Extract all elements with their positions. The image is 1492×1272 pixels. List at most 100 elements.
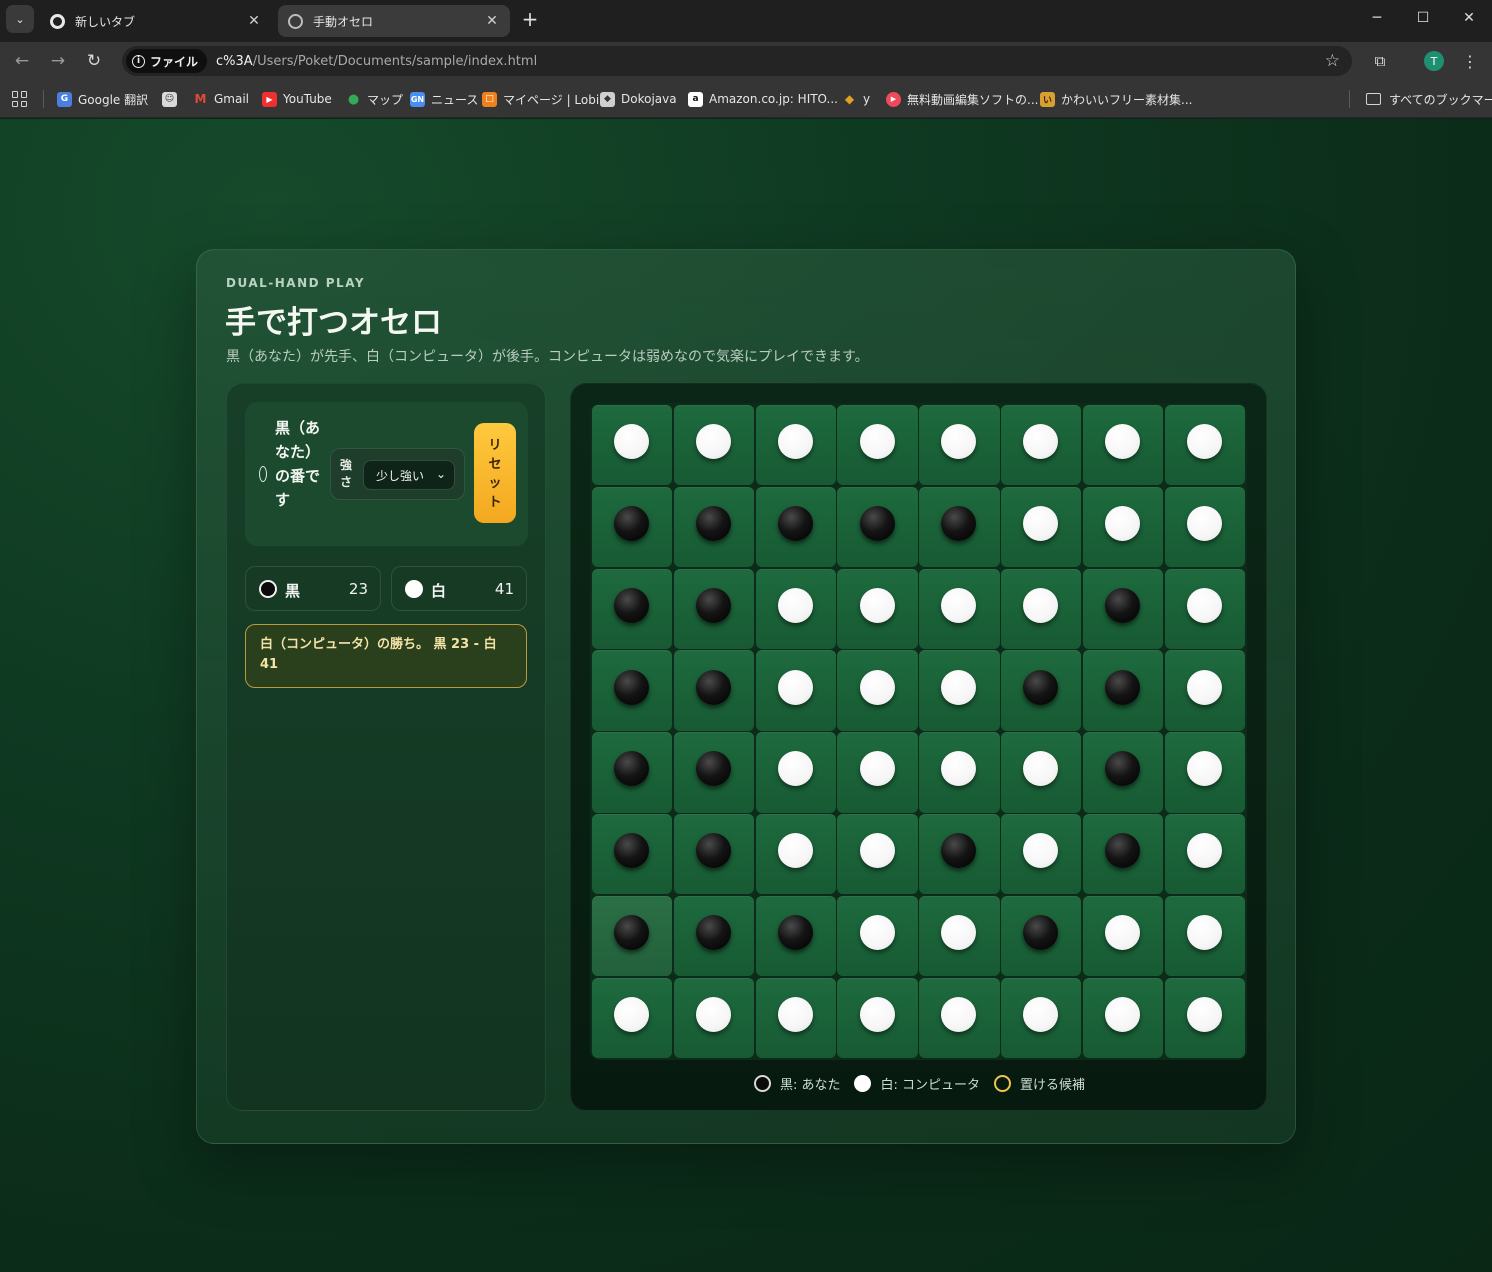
tab-search-icon[interactable]: ⌄ — [6, 5, 34, 33]
board-cell-0-0[interactable] — [592, 405, 673, 486]
board-cell-4-2[interactable] — [755, 732, 836, 813]
board-cell-6-5[interactable] — [1001, 895, 1082, 977]
bookmark-star-icon[interactable]: ☆ — [1325, 51, 1340, 71]
board-cell-3-6[interactable] — [1082, 650, 1164, 731]
minimize-button[interactable]: ─ — [1354, 0, 1400, 36]
bookmark-maps[interactable]: ● マップ — [346, 90, 403, 108]
all-bookmarks-button[interactable]: すべてのブックマーク — [1366, 90, 1492, 108]
board-cell-5-3[interactable] — [837, 814, 918, 895]
board-cell-7-6[interactable] — [1082, 977, 1164, 1058]
board-cell-6-3[interactable] — [837, 895, 918, 977]
extensions-puzzle-icon[interactable]: ⧉ — [1370, 51, 1390, 71]
bookmark-lobi[interactable]: □ マイページ | Lobi — [482, 90, 599, 108]
board-cell-6-6[interactable] — [1082, 895, 1164, 977]
board-cell-1-1[interactable] — [673, 486, 755, 568]
address-bar[interactable]: i ファイル c%3A/Users/Poket/Documents/sample… — [122, 46, 1352, 76]
bookmark-irasutoya[interactable]: いかわいいフリー素材集... — [1040, 90, 1192, 108]
board-cell-7-3[interactable] — [837, 977, 918, 1058]
board-cell-4-1[interactable] — [673, 732, 755, 813]
bookmark-dokojava[interactable]: ◆ Dokojava — [600, 90, 677, 108]
bookmark-amazon[interactable]: a Amazon.co.jp: HITO... — [688, 90, 838, 108]
board-cell-6-7[interactable] — [1164, 895, 1245, 977]
site-info-chip[interactable]: i ファイル — [126, 49, 208, 73]
board-cell-1-7[interactable] — [1164, 486, 1245, 568]
board-cell-1-5[interactable] — [1001, 486, 1082, 568]
new-tab-button[interactable]: + — [518, 7, 542, 31]
board-cell-1-4[interactable] — [919, 486, 1000, 568]
board-cell-2-7[interactable] — [1164, 568, 1245, 649]
board-cell-5-1[interactable] — [673, 814, 755, 895]
board-cell-1-3[interactable] — [837, 486, 918, 568]
board-cell-1-0[interactable] — [592, 486, 673, 568]
board-cell-0-1[interactable] — [673, 405, 755, 486]
board-cell-2-2[interactable] — [755, 568, 836, 649]
board-cell-6-2[interactable] — [755, 895, 836, 977]
board-cell-4-3[interactable] — [837, 732, 918, 813]
board-cell-0-7[interactable] — [1164, 405, 1245, 486]
board-cell-6-4[interactable] — [919, 895, 1000, 977]
bookmark-google-translate[interactable]: G Google 翻訳 — [57, 90, 148, 108]
board-cell-5-0[interactable] — [592, 814, 673, 895]
board-cell-0-2[interactable] — [755, 405, 836, 486]
board-cell-5-7[interactable] — [1164, 814, 1245, 895]
menu-kebab-icon[interactable]: ⋮ — [1462, 51, 1478, 71]
board-cell-7-1[interactable] — [673, 977, 755, 1058]
board-cell-3-7[interactable] — [1164, 650, 1245, 731]
board-cell-4-6[interactable] — [1082, 732, 1164, 813]
board-cell-6-0[interactable] — [592, 895, 673, 977]
board-cell-3-0[interactable] — [592, 650, 673, 731]
bookmark-youtube[interactable]: ▶ YouTube — [262, 90, 332, 108]
board-cell-3-1[interactable] — [673, 650, 755, 731]
close-icon[interactable]: ✕ — [246, 13, 262, 29]
white-stone — [1023, 996, 1059, 1032]
back-arrow-icon[interactable]: ← — [9, 48, 35, 74]
board-cell-2-4[interactable] — [919, 568, 1000, 649]
board-cell-3-3[interactable] — [837, 650, 918, 731]
board-cell-7-2[interactable] — [755, 977, 836, 1058]
close-window-button[interactable]: ✕ — [1446, 0, 1492, 36]
tab-othello[interactable]: 手動オセロ ✕ — [278, 5, 510, 37]
board-cell-2-6[interactable] — [1082, 568, 1164, 649]
board-cell-0-3[interactable] — [837, 405, 918, 486]
board-cell-2-0[interactable] — [592, 568, 673, 649]
board-cell-7-0[interactable] — [592, 977, 673, 1058]
close-icon[interactable]: ✕ — [484, 13, 500, 29]
board-cell-1-2[interactable] — [755, 486, 836, 568]
board-cell-4-0[interactable] — [592, 732, 673, 813]
board-cell-4-7[interactable] — [1164, 732, 1245, 813]
board-cell-1-6[interactable] — [1082, 486, 1164, 568]
strength-select[interactable]: 少し強い ⌄ — [363, 460, 455, 490]
bookmark-video-editor[interactable]: ▶ 無料動画編集ソフトの... — [886, 90, 1038, 108]
bookmark-gmail[interactable]: M Gmail — [193, 90, 250, 108]
board-cell-0-6[interactable] — [1082, 405, 1164, 486]
bookmark-face[interactable]: ☺ — [162, 90, 183, 108]
board-cell-4-5[interactable] — [1001, 732, 1082, 813]
board-cell-6-1[interactable] — [673, 895, 755, 977]
forward-arrow-icon[interactable]: → — [45, 48, 71, 74]
board-cell-2-3[interactable] — [837, 568, 918, 649]
board-cell-7-7[interactable] — [1164, 977, 1245, 1058]
bookmark-y[interactable]: ◆ y — [842, 90, 870, 108]
board-cell-3-2[interactable] — [755, 650, 836, 731]
board-cell-7-5[interactable] — [1001, 977, 1082, 1058]
board-cell-5-5[interactable] — [1001, 814, 1082, 895]
board-cell-0-4[interactable] — [919, 405, 1000, 486]
board-cell-3-5[interactable] — [1001, 650, 1082, 731]
board-cell-5-2[interactable] — [755, 814, 836, 895]
board-cell-2-5[interactable] — [1001, 568, 1082, 649]
board-cell-5-4[interactable] — [919, 814, 1000, 895]
reset-button[interactable]: リセット — [474, 423, 516, 523]
board-cell-7-4[interactable] — [919, 977, 1000, 1058]
board-cell-3-4[interactable] — [919, 650, 1000, 731]
tab-new-tab[interactable]: 新しいタブ ✕ — [40, 5, 272, 37]
board-cell-5-6[interactable] — [1082, 814, 1164, 895]
board-cell-4-4[interactable] — [919, 732, 1000, 813]
maximize-button[interactable]: ☐ — [1400, 0, 1446, 36]
board-cell-2-1[interactable] — [673, 568, 755, 649]
url-text[interactable]: c%3A/Users/Poket/Documents/sample/index.… — [216, 54, 537, 69]
profile-avatar[interactable]: T — [1424, 51, 1444, 71]
apps-grid-icon[interactable] — [12, 91, 28, 107]
bookmark-news[interactable]: GN ニュース — [410, 90, 478, 108]
reload-icon[interactable]: ↻ — [81, 48, 107, 74]
board-cell-0-5[interactable] — [1001, 405, 1082, 486]
